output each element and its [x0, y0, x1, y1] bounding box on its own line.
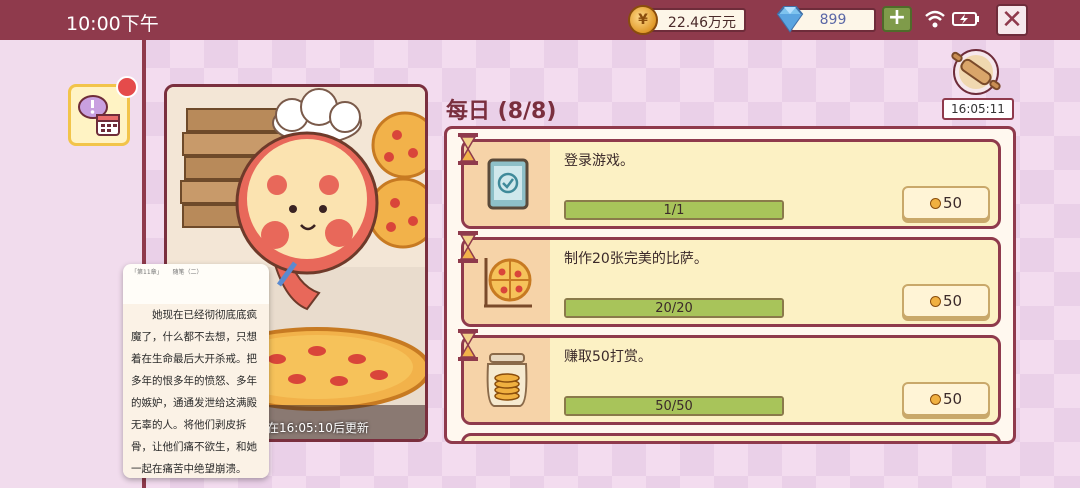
battery-icon — [952, 12, 979, 26]
diamond-icon — [776, 6, 804, 33]
update-countdown-caption: 在16:05:10后更新 — [267, 421, 369, 435]
task-progress-bar: 20/20 — [564, 298, 784, 318]
task-card: 赚取50打赏。 50/50 50 — [461, 335, 1001, 425]
reader-header: 「第11章」 随笔（二） — [131, 269, 203, 276]
reader-text-area: 她现在已经彻彻底底疯魔了，什么都不去想，只想着在生命最后大开杀戒。把多年的恨多年… — [123, 304, 269, 478]
reward-amount: 50 — [942, 292, 963, 310]
task-label: 赚取50打赏。 — [564, 349, 652, 365]
task-card-partial — [461, 433, 1001, 441]
reader-paragraph: 她现在已经彻彻底底疯魔了，什么都不去想，只想着在生命最后大开杀戒。把多年的恨多年… — [131, 309, 257, 475]
event-calendar-icon — [78, 95, 120, 136]
hourglass-icon — [458, 329, 478, 361]
rolling-pin-icon — [951, 49, 1001, 95]
top-bar: 10:00下午 — [0, 0, 1080, 40]
notification-dot — [116, 76, 138, 98]
task-label: 制作20张完美的比萨。 — [564, 251, 708, 267]
reader-overlay[interactable]: 「第11章」 随笔（二） 她现在已经彻彻底底疯魔了，什么都不去想，只想着在生命最… — [123, 264, 269, 478]
claim-reward-button[interactable]: 50 — [902, 382, 990, 416]
task-label: 登录游戏。 — [564, 153, 634, 169]
task-progress-text: 20/20 — [655, 301, 693, 316]
hourglass-icon — [458, 133, 478, 165]
hourglass-icon — [458, 231, 478, 263]
task-progress-bar: 1/1 — [564, 200, 784, 220]
wifi-icon — [925, 10, 945, 28]
coin-icon: ¥ — [628, 5, 658, 35]
task-progress-bar: 50/50 — [564, 396, 784, 416]
task-card: 登录游戏。 1/1 50 — [461, 139, 1001, 229]
reset-timer: 16:05:11 — [942, 98, 1014, 120]
buy-gems-button[interactable]: + — [882, 6, 912, 32]
claim-reward-button[interactable]: 50 — [902, 284, 990, 318]
status-time: 10:00下午 — [66, 13, 159, 35]
coin-icon — [929, 296, 941, 307]
coin-icon — [929, 198, 941, 209]
task-progress-text: 50/50 — [655, 399, 693, 414]
reward-amount: 50 — [942, 390, 963, 408]
close-button[interactable]: ✕ — [996, 4, 1028, 36]
task-progress-text: 1/1 — [663, 203, 685, 218]
daily-tasks-title: 每日 (8/8) — [446, 99, 557, 124]
daily-task-list[interactable]: 登录游戏。 1/1 50 制作20张完美的比萨。 20/20 50 赚取50打赏… — [444, 126, 1016, 444]
claim-reward-button[interactable]: 50 — [902, 186, 990, 220]
reward-amount: 50 — [942, 194, 963, 212]
coin-icon — [929, 394, 941, 405]
task-card: 制作20张完美的比萨。 20/20 50 — [461, 237, 1001, 327]
